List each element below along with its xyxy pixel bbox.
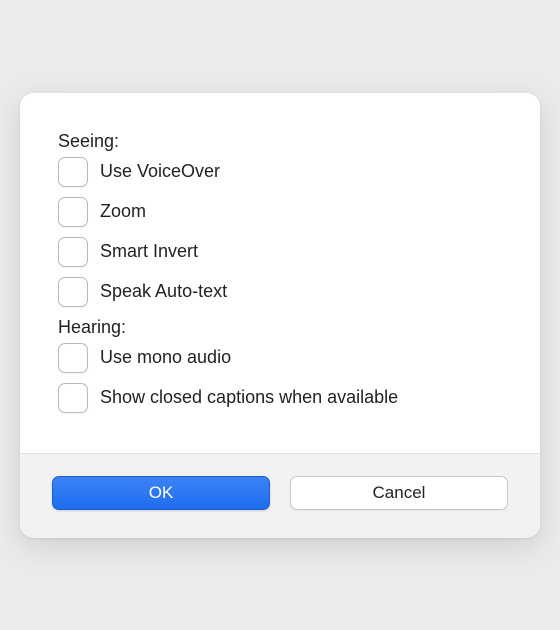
option-row-speak-auto-text: Speak Auto-text	[58, 277, 502, 307]
label-mono-audio: Use mono audio	[100, 347, 231, 368]
seeing-section-label: Seeing:	[58, 131, 502, 152]
label-smart-invert: Smart Invert	[100, 241, 198, 262]
option-row-closed-captions: Show closed captions when available	[58, 383, 502, 413]
checkbox-mono-audio[interactable]	[58, 343, 88, 373]
label-zoom: Zoom	[100, 201, 146, 222]
option-row-zoom: Zoom	[58, 197, 502, 227]
cancel-button[interactable]: Cancel	[290, 476, 508, 510]
ok-button[interactable]: OK	[52, 476, 270, 510]
label-closed-captions: Show closed captions when available	[100, 387, 398, 408]
label-voiceover: Use VoiceOver	[100, 161, 220, 182]
checkbox-speak-auto-text[interactable]	[58, 277, 88, 307]
dialog-content: Seeing: Use VoiceOver Zoom Smart Invert …	[20, 93, 540, 453]
checkbox-zoom[interactable]	[58, 197, 88, 227]
checkbox-closed-captions[interactable]	[58, 383, 88, 413]
checkbox-smart-invert[interactable]	[58, 237, 88, 267]
option-row-smart-invert: Smart Invert	[58, 237, 502, 267]
dialog-footer: OK Cancel	[20, 453, 540, 538]
option-row-mono-audio: Use mono audio	[58, 343, 502, 373]
hearing-section-label: Hearing:	[58, 317, 502, 338]
option-row-voiceover: Use VoiceOver	[58, 157, 502, 187]
label-speak-auto-text: Speak Auto-text	[100, 281, 227, 302]
accessibility-dialog: Seeing: Use VoiceOver Zoom Smart Invert …	[20, 93, 540, 538]
checkbox-voiceover[interactable]	[58, 157, 88, 187]
